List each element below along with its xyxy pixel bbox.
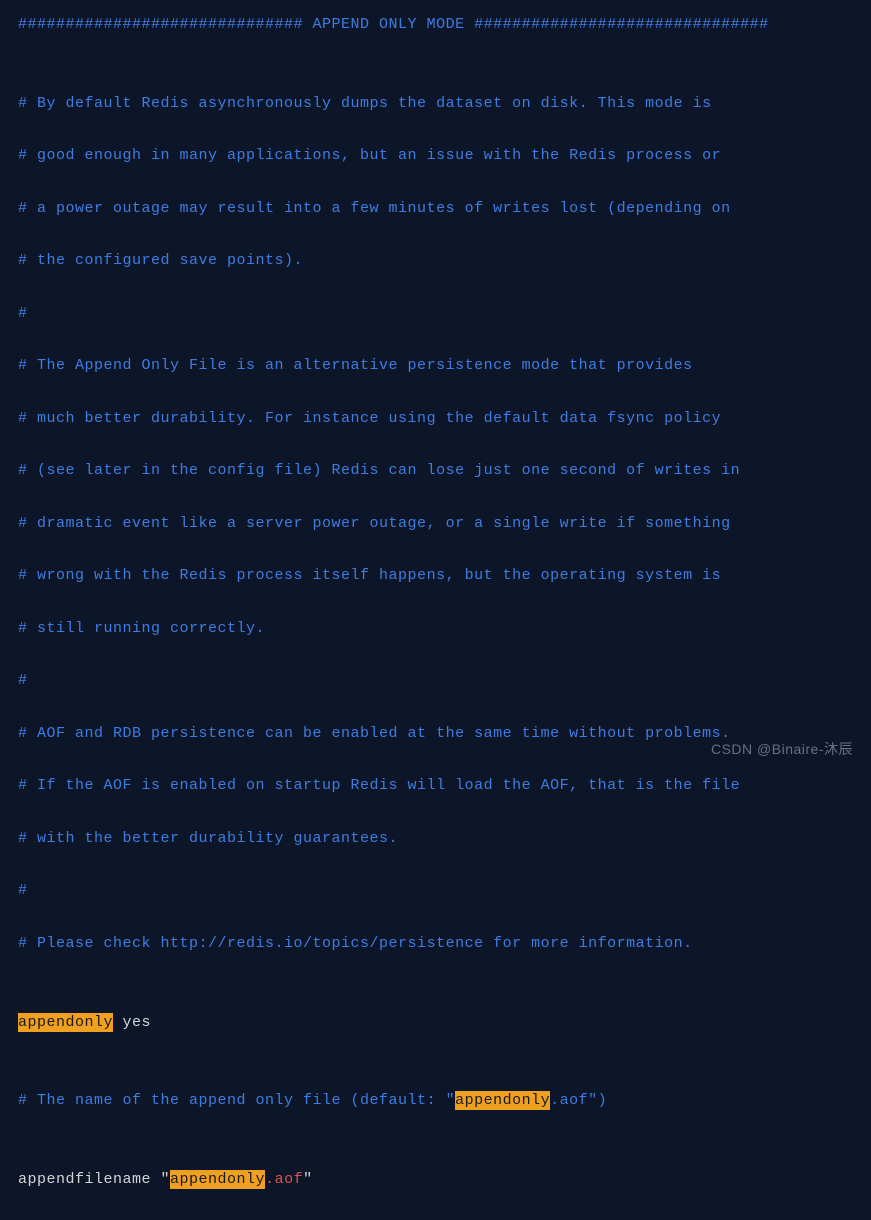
comment-line: ############################## APPEND ON… [18, 12, 853, 38]
comment-line: # By default Redis asynchronously dumps … [18, 91, 853, 117]
comment-line: # Please check http://redis.io/topics/pe… [18, 931, 853, 957]
config-directive: appendfilename [18, 1171, 161, 1188]
string-extension: .aof [265, 1171, 303, 1188]
comment-line: # a power outage may result into a few m… [18, 196, 853, 222]
comment-line: # good enough in many applications, but … [18, 143, 853, 169]
comment-line: # If the AOF is enabled on startup Redis… [18, 773, 853, 799]
comment-text: .aof") [550, 1092, 607, 1109]
string-quote: " [161, 1171, 171, 1188]
comment-line: # The Append Only File is an alternative… [18, 353, 853, 379]
comment-line: # [18, 668, 853, 694]
comment-line: # much better durability. For instance u… [18, 406, 853, 432]
code-editor[interactable]: ############################## APPEND ON… [18, 12, 853, 1220]
config-value: yes [113, 1014, 151, 1031]
config-appendonly: appendonly yes [18, 1010, 853, 1036]
search-highlight: appendonly [18, 1013, 113, 1032]
comment-line: # the configured save points). [18, 248, 853, 274]
search-highlight: appendonly [455, 1091, 550, 1110]
comment-text: # The name of the append only file (defa… [18, 1092, 455, 1109]
comment-line: # wrong with the Redis process itself ha… [18, 563, 853, 589]
comment-line: # dramatic event like a server power out… [18, 511, 853, 537]
comment-line: # still running correctly. [18, 616, 853, 642]
search-highlight: appendonly [170, 1170, 265, 1189]
comment-line: # [18, 301, 853, 327]
comment-line: # (see later in the config file) Redis c… [18, 458, 853, 484]
comment-line: # [18, 878, 853, 904]
watermark: CSDN @Binaire-沐辰 [711, 737, 853, 762]
config-appendfilename: appendfilename "appendonly.aof" [18, 1167, 853, 1193]
comment-line: # The name of the append only file (defa… [18, 1088, 853, 1114]
string-quote: " [303, 1171, 313, 1188]
comment-line: # with the better durability guarantees. [18, 826, 853, 852]
